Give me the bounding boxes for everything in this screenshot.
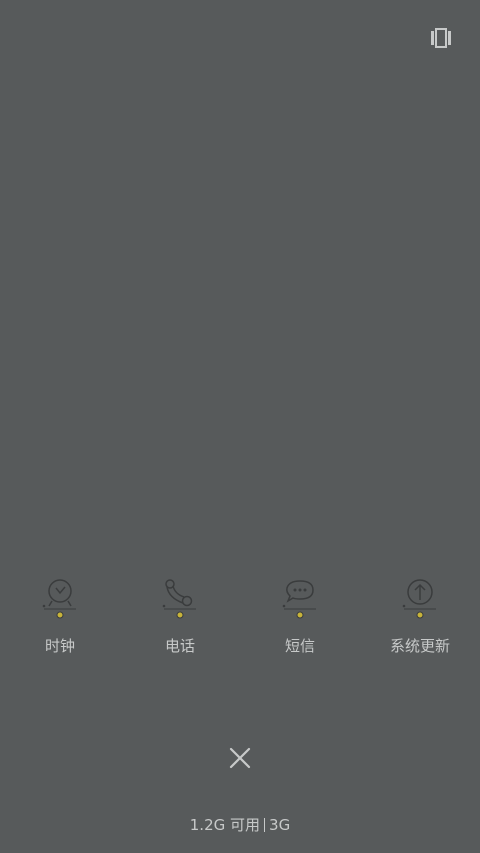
memory-available-value: 1.2G <box>189 816 226 834</box>
clock-icon <box>42 579 76 619</box>
memory-available-label: 可用 <box>230 816 261 834</box>
memory-total-value: 3G <box>269 816 291 834</box>
recent-apps-view-icon[interactable] <box>430 28 452 48</box>
recent-app-messages[interactable]: 短信 <box>240 576 360 666</box>
recent-app-label: 系统更新 <box>389 637 450 655</box>
memory-status: 1.2G 可用 3G <box>0 814 480 836</box>
phone-icon <box>162 579 196 619</box>
recent-app-label: 短信 <box>284 637 315 655</box>
recent-app-phone[interactable]: 电话 <box>120 576 240 666</box>
message-icon <box>282 580 316 619</box>
recent-app-system-update[interactable]: 系统更新 <box>360 576 480 666</box>
system-update-icon <box>402 579 436 619</box>
recent-apps-row: 时钟 电话 短信 系统更新 <box>0 576 480 666</box>
recent-app-label: 电话 <box>164 637 195 655</box>
recent-app-label: 时钟 <box>44 637 75 655</box>
memory-divider <box>264 818 266 832</box>
recent-app-clock[interactable]: 时钟 <box>0 576 120 666</box>
close-icon[interactable] <box>228 746 252 770</box>
